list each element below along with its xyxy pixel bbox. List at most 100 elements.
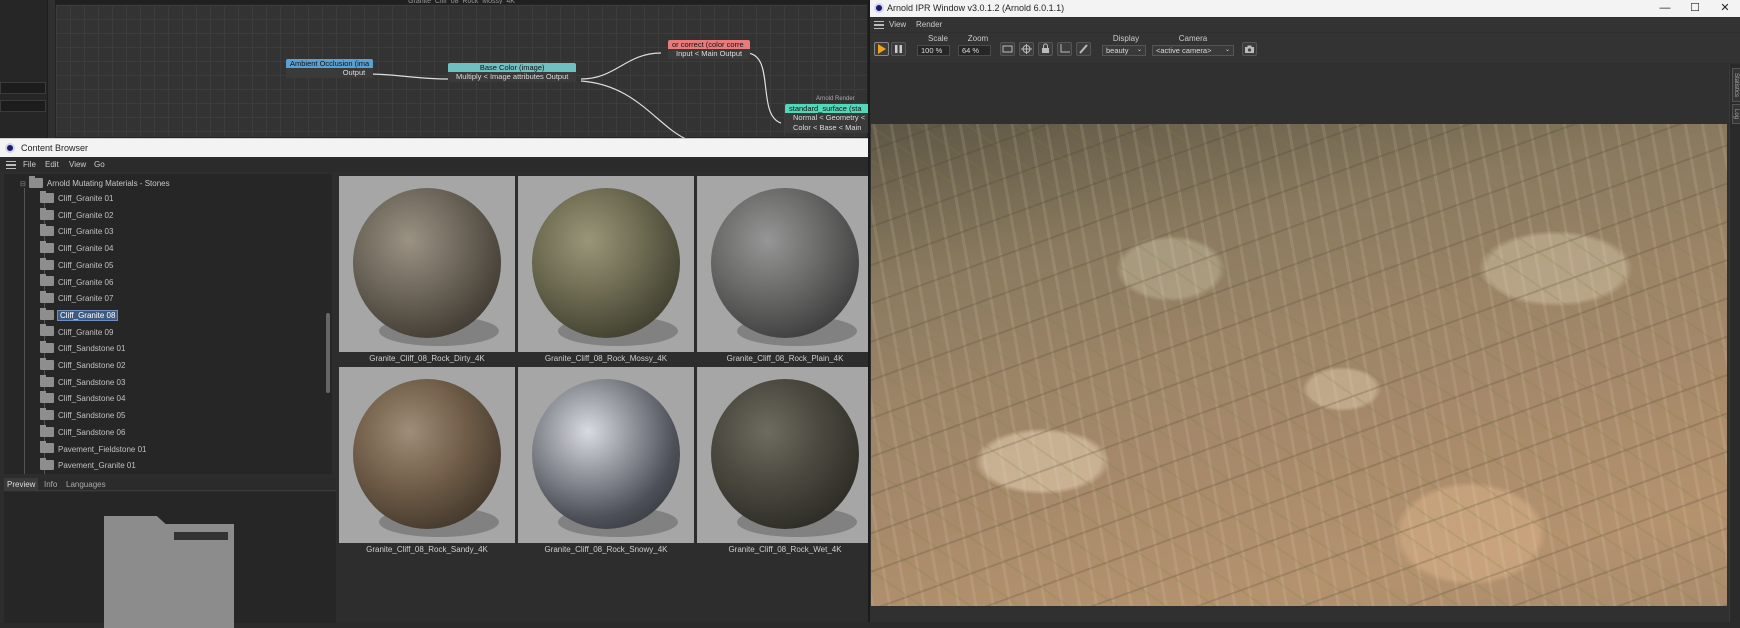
tab-log[interactable]: Log — [1732, 104, 1740, 124]
color-correct-node[interactable]: or correct (color corre Input < Main Out… — [668, 40, 751, 59]
tree-item[interactable]: Cliff_Granite 01 — [40, 190, 113, 206]
content-browser-window: Content Browser File Edit View Go ⊟ Arnol… — [0, 138, 868, 628]
tab-preview[interactable]: Preview — [4, 478, 39, 491]
brush-icon — [1079, 44, 1088, 54]
node-port-row: Color < Base < Main — [785, 123, 868, 133]
tree-item[interactable]: Cliff_Granite 05 — [40, 257, 113, 273]
thumbnail-grid: Granite_Cliff_08_Rock_Dirty_4K Granite_C… — [336, 174, 868, 623]
side-strip-field[interactable] — [0, 100, 46, 112]
material-sphere — [532, 379, 680, 529]
ipr-titlebar[interactable]: Arnold IPR Window v3.0.1.2 (Arnold 6.0.1… — [870, 0, 1740, 17]
ambient-occlusion-node[interactable]: Ambient Occlusion (ima Output — [286, 59, 374, 78]
thumbnail-label: Granite_Cliff_08_Rock_Mossy_4K — [544, 354, 668, 363]
pause-icon — [895, 45, 902, 53]
tree-scrollbar[interactable] — [326, 313, 330, 393]
tree-item-label: Pavement_Fieldstone 01 — [58, 444, 147, 454]
camera-dropdown[interactable]: <active camera> ⌄ — [1152, 45, 1234, 56]
thumbnail-dirty[interactable] — [339, 176, 515, 352]
node-output: Output — [286, 68, 374, 78]
lock-button[interactable] — [1038, 42, 1053, 56]
tab-info[interactable]: Info — [41, 478, 60, 491]
tree-item[interactable]: Pavement_Fieldstone 01 — [40, 441, 147, 457]
hamburger-menu-icon[interactable] — [874, 21, 884, 29]
display-dropdown[interactable]: beauty ⌄ — [1102, 45, 1146, 56]
tree-root-label: Arnold Mutating Materials - Stones — [46, 179, 170, 188]
thumbnail-sandy[interactable] — [339, 367, 515, 543]
menu-edit[interactable]: Edit — [45, 158, 59, 172]
collapse-icon[interactable]: ⊟ — [20, 181, 26, 188]
tree-item[interactable]: Cliff_Sandstone 02 — [40, 357, 125, 373]
snapshot-button[interactable] — [1242, 42, 1257, 56]
folder-icon — [40, 391, 54, 404]
scale-input[interactable]: 100 % — [917, 45, 950, 56]
thumbnail-wet[interactable] — [697, 367, 868, 543]
tree-item[interactable]: Cliff_Granite 03 — [40, 224, 113, 239]
tree-item[interactable]: Cliff_Sandstone 01 — [40, 341, 125, 356]
menu-go[interactable]: Go — [94, 158, 105, 172]
folder-icon — [40, 224, 54, 237]
node-editor-canvas[interactable]: Ambient Occlusion (ima Output Base Color… — [55, 4, 868, 138]
display-value: beauty — [1106, 46, 1129, 55]
base-color-node[interactable]: Base Color (image) Multiply < Image attr… — [448, 63, 577, 82]
play-icon — [878, 44, 886, 54]
crop-button[interactable] — [1057, 42, 1072, 56]
menu-render[interactable]: Render — [916, 18, 942, 32]
surface-node-header: Arnold Render — [816, 96, 855, 102]
tree-item[interactable]: Cliff_Granite 09 — [40, 324, 113, 340]
pause-button[interactable] — [891, 42, 906, 56]
thumbnail-label: Granite_Cliff_08_Rock_Snowy_4K — [544, 545, 668, 554]
thumbnail-snowy[interactable] — [518, 367, 694, 543]
lock-icon — [1042, 43, 1049, 53]
node-title: Ambient Occlusion (ima — [286, 59, 374, 68]
standard-surface-node[interactable]: standard_surface (sta Normal < Geometry … — [785, 104, 868, 133]
tree-item-label: Cliff_Granite 06 — [58, 277, 114, 287]
tree-item[interactable]: Cliff_Granite 08 — [40, 307, 119, 323]
preview-folder-slot — [174, 532, 228, 540]
tree-item[interactable]: Pavement_Granite 01 — [40, 458, 136, 473]
content-browser-titlebar[interactable]: Content Browser — [0, 139, 868, 157]
tree-item[interactable]: Cliff_Sandstone 03 — [40, 374, 125, 390]
material-sphere — [532, 188, 680, 338]
folder-icon — [40, 291, 54, 304]
hamburger-menu-icon[interactable] — [6, 161, 16, 169]
tab-statistics[interactable]: Statistics — [1732, 68, 1740, 102]
tree-item[interactable]: Cliff_Granite 07 — [40, 291, 113, 306]
close-icon[interactable]: ✕ — [1710, 0, 1740, 17]
zoom-label: Zoom — [967, 34, 989, 43]
crosshair-button[interactable] — [1019, 42, 1034, 56]
minimize-icon[interactable]: — — [1650, 0, 1680, 17]
side-strip-field[interactable] — [0, 82, 46, 94]
thumbnail-mossy[interactable] — [518, 176, 694, 352]
display-label: Display — [1112, 34, 1140, 43]
scale-label: Scale — [927, 34, 948, 43]
window-title: Arnold IPR Window v3.0.1.2 (Arnold 6.0.1… — [887, 3, 1065, 13]
render-viewport[interactable] — [870, 64, 1729, 622]
tree-item[interactable]: Cliff_Granite 04 — [40, 240, 113, 256]
folder-icon — [40, 341, 54, 354]
tree-root-item[interactable]: ⊟ Arnold Mutating Materials - Stones — [20, 175, 170, 191]
camera-label: Camera — [1178, 34, 1208, 43]
preview-panel — [4, 492, 336, 628]
node-port-row: Input < Main Output — [668, 49, 751, 59]
zoom-input[interactable]: 64 % — [958, 45, 991, 56]
menu-file[interactable]: File — [23, 158, 36, 172]
maximize-icon[interactable]: ☐ — [1680, 0, 1710, 17]
folder-icon — [40, 374, 54, 387]
tree-item[interactable]: Cliff_Granite 06 — [40, 274, 114, 290]
menu-view[interactable]: View — [889, 18, 906, 32]
folder-icon — [40, 324, 54, 337]
region-button[interactable] — [1000, 42, 1015, 56]
ipr-toolbar: Scale 100 % Zoom 64 % Display beauty ⌄ C… — [870, 33, 1740, 63]
tree-item[interactable]: Cliff_Granite 02 — [40, 207, 113, 223]
tab-languages[interactable]: Languages — [63, 478, 109, 491]
tree-item[interactable]: Cliff_Sandstone 06 — [40, 424, 125, 440]
tree-item[interactable]: Cliff_Sandstone 05 — [40, 407, 125, 423]
menu-view[interactable]: View — [69, 158, 86, 172]
tree-item[interactable]: Cliff_Sandstone 04 — [40, 391, 125, 406]
folder-icon — [40, 307, 54, 320]
thumbnail-plain[interactable] — [697, 176, 868, 352]
play-button[interactable] — [874, 42, 889, 56]
thumbnail-label: Granite_Cliff_08_Rock_Dirty_4K — [369, 354, 485, 363]
brush-button[interactable] — [1076, 42, 1091, 56]
folder-icon — [40, 257, 54, 270]
